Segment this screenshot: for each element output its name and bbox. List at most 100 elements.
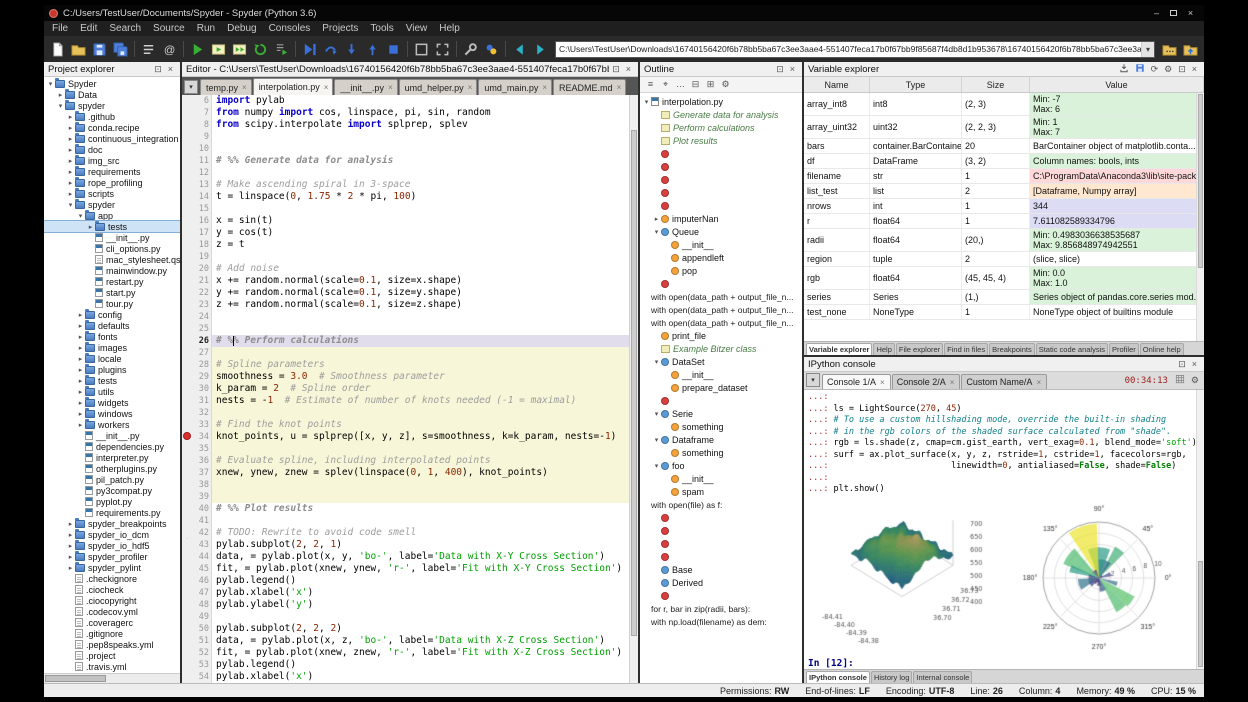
undock-icon[interactable]: ⊡ <box>1175 358 1189 371</box>
outline-item[interactable]: Example Bitzer class <box>640 342 802 355</box>
menu-help[interactable]: Help <box>433 23 466 34</box>
project-item[interactable]: .codecov.yml <box>44 606 180 617</box>
line-number-gutter[interactable]: 15 <box>182 203 212 215</box>
pane-tab-static-code-analysis[interactable]: Static code analysis <box>1036 343 1108 355</box>
code-editor[interactable]: 6import pylab7from numpy import cos, lin… <box>182 95 638 683</box>
project-item[interactable]: mac_stylesheet.qss <box>44 254 180 265</box>
outline-item[interactable]: ▾Serie <box>640 407 802 420</box>
menu-projects[interactable]: Projects <box>316 23 364 34</box>
close-button[interactable]: × <box>1182 7 1199 20</box>
editor-tab-temp.py[interactable]: temp.py× <box>200 79 252 95</box>
line-number-gutter[interactable]: 48 <box>182 599 212 611</box>
preferences-button[interactable] <box>460 39 481 60</box>
line-number-gutter[interactable]: 40 <box>182 503 212 515</box>
code-line[interactable]: 37xnew, ynew, znew = splev(linspace(0, 1… <box>182 467 638 479</box>
project-item[interactable]: ▸config <box>44 309 180 320</box>
project-item[interactable]: .gitignore <box>44 628 180 639</box>
line-number-gutter[interactable]: 8 <box>182 119 212 131</box>
tab-close-icon[interactable]: × <box>616 83 623 92</box>
go-to-parent-button[interactable] <box>1180 39 1201 60</box>
line-number-gutter[interactable]: 34 <box>182 431 212 443</box>
code-line[interactable]: 48pylab.ylabel('y') <box>182 599 638 611</box>
project-item[interactable]: ▸spyder_profiler <box>44 551 180 562</box>
outline-item[interactable]: for r, bar in zip(radii, bars): <box>640 602 802 615</box>
expand-arrow-icon[interactable]: ▸ <box>76 377 85 385</box>
line-number-gutter[interactable]: 11 <box>182 155 212 167</box>
expand-arrow-icon[interactable]: ▸ <box>66 531 75 539</box>
line-number-gutter[interactable]: 29 <box>182 371 212 383</box>
code-line[interactable]: 23z += random.normal(scale=0.1, size=z.s… <box>182 299 638 311</box>
expand-arrow-icon[interactable]: ▸ <box>66 179 75 187</box>
outline-item[interactable]: with open(data_path + output_file_n... <box>640 290 802 303</box>
close-pane-icon[interactable]: × <box>1189 358 1200 371</box>
project-item[interactable]: ▸defaults <box>44 320 180 331</box>
save-all-button[interactable] <box>110 39 131 60</box>
project-item[interactable]: ▸rope_profiling <box>44 177 180 188</box>
line-number-gutter[interactable]: 46 <box>182 575 212 587</box>
variable-row[interactable]: dfDataFrame(3, 2)Column names: bools, in… <box>804 154 1204 169</box>
line-number-gutter[interactable]: 38 <box>182 479 212 491</box>
outline-item[interactable] <box>640 160 802 173</box>
editor-tab-interpolation.py[interactable]: interpolation.py× <box>253 78 334 95</box>
project-item[interactable]: ▸scripts <box>44 188 180 199</box>
code-line[interactable]: 41 <box>182 515 638 527</box>
tab-close-icon[interactable]: × <box>1035 378 1042 387</box>
project-item[interactable]: ▸fonts <box>44 331 180 342</box>
line-number-gutter[interactable]: 44 <box>182 551 212 563</box>
collapse-arrow-icon[interactable]: ▾ <box>652 410 661 418</box>
expand-arrow-icon[interactable]: ▸ <box>76 322 85 330</box>
expand-arrow-icon[interactable]: ▸ <box>66 553 75 561</box>
outline-item[interactable]: something <box>640 420 802 433</box>
outline-item[interactable]: Perform calculations <box>640 121 802 134</box>
debug-file-button[interactable] <box>299 39 320 60</box>
line-number-gutter[interactable]: 52 <box>182 647 212 659</box>
line-number-gutter[interactable]: 51 <box>182 635 212 647</box>
code-line[interactable]: 53pylab.legend() <box>182 659 638 671</box>
code-line[interactable]: 6import pylab <box>182 95 638 107</box>
project-item[interactable]: ▸requirements <box>44 166 180 177</box>
outline-item[interactable] <box>640 186 802 199</box>
variable-scrollbar[interactable] <box>1196 93 1204 341</box>
undock-icon[interactable]: ⊡ <box>773 63 787 76</box>
expand-arrow-icon[interactable]: ▸ <box>76 410 85 418</box>
code-line[interactable]: 10 <box>182 143 638 155</box>
find-symbols-button[interactable]: @ <box>159 39 180 60</box>
combobox-dropdown-arrow-icon[interactable]: ▾ <box>1141 42 1154 57</box>
line-number-gutter[interactable]: 7 <box>182 107 212 119</box>
collapse-arrow-icon[interactable]: ▾ <box>76 212 85 220</box>
code-line[interactable]: 15 <box>182 203 638 215</box>
project-item[interactable]: ▸workers <box>44 419 180 430</box>
editor-scrollbar[interactable] <box>629 95 638 683</box>
project-item[interactable]: interpreter.py <box>44 452 180 463</box>
code-line[interactable]: 46pylab.legend() <box>182 575 638 587</box>
fullscreen-button[interactable] <box>432 39 453 60</box>
project-item[interactable]: ▸images <box>44 342 180 353</box>
undock-icon[interactable]: ⊡ <box>609 63 623 76</box>
close-pane-icon[interactable]: × <box>1189 63 1200 76</box>
outline-item[interactable] <box>640 524 802 537</box>
line-number-gutter[interactable]: 12 <box>182 167 212 179</box>
line-number-gutter[interactable]: 27 <box>182 347 212 359</box>
line-number-gutter[interactable]: 32 <box>182 407 212 419</box>
code-line[interactable]: 28# Spline parameters <box>182 359 638 371</box>
project-item[interactable]: .project <box>44 650 180 661</box>
project-item[interactable]: ▸doc <box>44 144 180 155</box>
expand-arrow-icon[interactable]: ▸ <box>66 146 75 154</box>
expand-arrow-icon[interactable]: ▸ <box>76 421 85 429</box>
show-fullpath-icon[interactable]: … <box>673 78 688 91</box>
step-return-button[interactable] <box>362 39 383 60</box>
project-item[interactable]: ▾spyder <box>44 199 180 210</box>
line-number-gutter[interactable]: 35 <box>182 443 212 455</box>
expand-arrow-icon[interactable]: ▸ <box>66 135 75 143</box>
project-item[interactable]: py3compat.py <box>44 485 180 496</box>
working-directory-combobox[interactable]: C:\Users\TestUser\Downloads\16740156420f… <box>555 41 1155 58</box>
code-line[interactable]: 47pylab.xlabel('x') <box>182 587 638 599</box>
column-header-size[interactable]: Size <box>962 77 1030 92</box>
expand-arrow-icon[interactable]: ▸ <box>76 311 85 319</box>
line-number-gutter[interactable]: 14 <box>182 191 212 203</box>
code-line[interactable]: 7from numpy import cos, linspace, pi, si… <box>182 107 638 119</box>
menu-debug[interactable]: Debug <box>221 23 262 34</box>
expand-arrow-icon[interactable]: ▸ <box>76 344 85 352</box>
code-line[interactable]: 33# Find the knot points <box>182 419 638 431</box>
collapse-arrow-icon[interactable]: ▾ <box>652 462 661 470</box>
